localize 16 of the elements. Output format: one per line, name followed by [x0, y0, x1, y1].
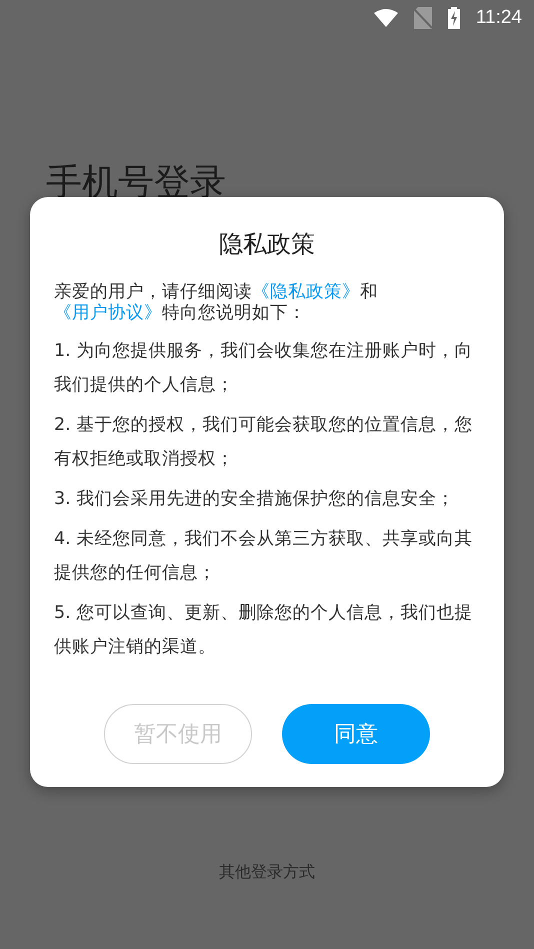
policy-item: 5. 您可以查询、更新、删除您的个人信息，我们也提供账户注销的渠道。: [54, 602, 474, 660]
battery-charging-icon: [448, 7, 460, 29]
other-login-link[interactable]: 其他登录方式: [219, 862, 315, 881]
dialog-title: 隐私政策: [218, 229, 316, 260]
agree-button[interactable]: 同意: [282, 704, 430, 764]
no-sim-icon: [414, 7, 432, 29]
policy-link[interactable]: 《用户协议》: [54, 303, 162, 324]
policy-item: 4. 未经您同意，我们不会从第三方获取、共享或向其提供您的任何信息；: [54, 528, 474, 586]
intro-paragraph: 亲爱的用户，请仔细阅读《隐私政策》和 《用户协议》特向您说明如下：: [54, 282, 379, 324]
policy-item: 1. 为向您提供服务，我们会收集您在注册账户时，向我们提供的个人信息；: [54, 340, 474, 398]
policy-item: 2. 基于您的授权，我们可能会获取您的位置信息，您有权拒绝或取消授权；: [54, 414, 474, 472]
wifi-icon: [374, 9, 398, 27]
policy-link[interactable]: 《隐私政策》: [252, 282, 360, 302]
status-time: 11:24: [476, 6, 522, 30]
page-title: 手机号登录: [46, 161, 227, 204]
policy-item: 3. 我们会采用先进的安全措施保护您的信息安全；: [54, 488, 456, 512]
